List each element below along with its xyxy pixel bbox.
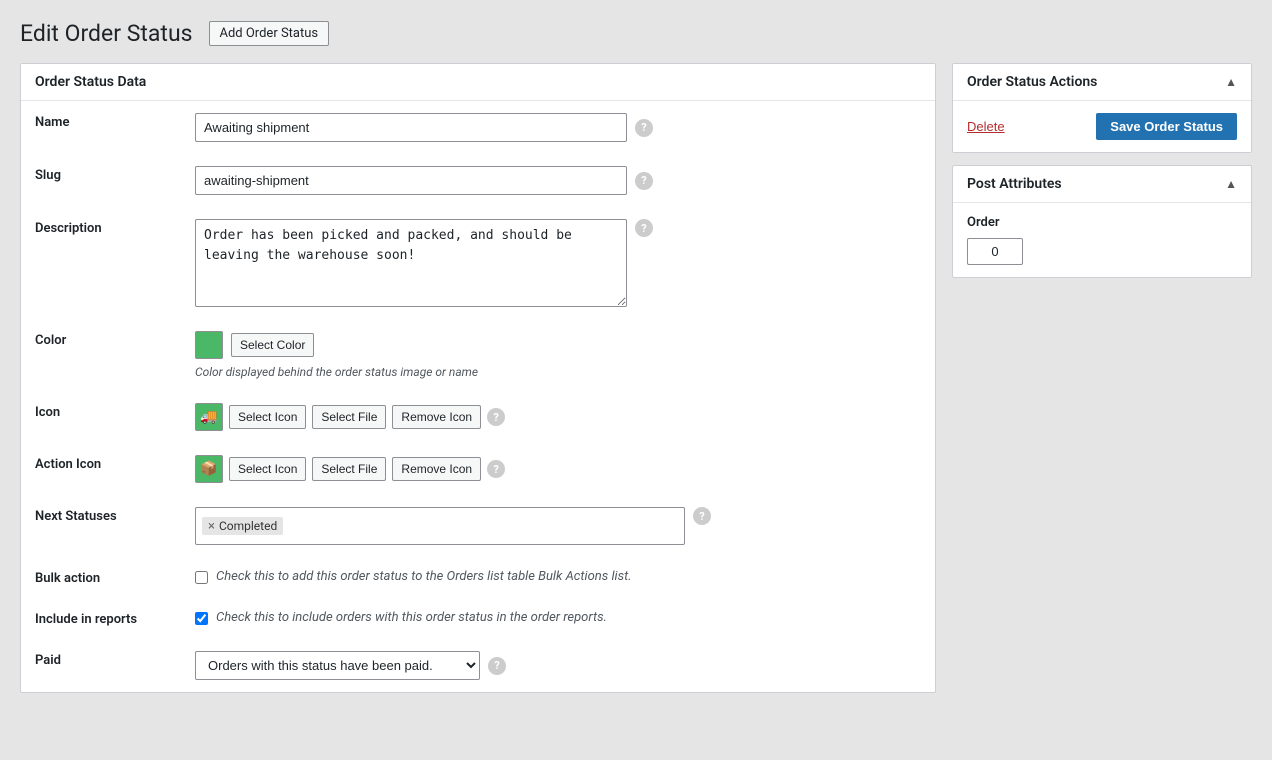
attributes-panel-title: Post Attributes: [967, 176, 1062, 192]
page-title: Edit Order Status: [20, 20, 193, 47]
attributes-panel: Post Attributes ▲ Order: [952, 165, 1252, 278]
save-order-status-button[interactable]: Save Order Status: [1096, 113, 1237, 140]
completed-tag[interactable]: × Completed: [202, 517, 283, 535]
box-icon: 📦: [200, 461, 217, 477]
actions-collapse-icon[interactable]: ▲: [1225, 75, 1237, 89]
actions-row: Delete Save Order Status: [967, 113, 1237, 140]
name-input[interactable]: [195, 113, 627, 142]
action-icon-remove-button[interactable]: Remove Icon: [392, 457, 481, 481]
name-row: Name ?: [21, 101, 935, 154]
delete-button[interactable]: Delete: [967, 119, 1005, 134]
icon-file-button[interactable]: Select File: [312, 405, 386, 429]
paid-section: Orders with this status have been paid. …: [195, 651, 921, 680]
description-help-icon: ?: [635, 219, 653, 237]
truck-icon: 🚚: [200, 409, 217, 425]
slug-input[interactable]: [195, 166, 627, 195]
next-statuses-help-icon: ?: [693, 507, 711, 525]
include-reports-label: Include in reports: [21, 598, 181, 639]
sidebar: Order Status Actions ▲ Delete Save Order…: [952, 63, 1252, 278]
order-input[interactable]: [967, 238, 1023, 265]
slug-label: Slug: [21, 154, 181, 207]
order-label: Order: [967, 215, 1237, 230]
action-icon-file-button[interactable]: Select File: [312, 457, 386, 481]
icon-row: Icon 🚚 Select Icon Select File Remove Ic…: [21, 391, 935, 443]
icon-label: Icon: [21, 391, 181, 443]
include-reports-checkbox-row: Check this to include orders with this o…: [195, 610, 921, 625]
main-panel: Order Status Data Name ? Slug ?: [20, 63, 936, 693]
bulk-action-text: Check this to add this order status to t…: [216, 569, 632, 584]
action-icon-row: Action Icon 📦 Select Icon Select File Re…: [21, 443, 935, 495]
slug-help-icon: ?: [635, 172, 653, 190]
icon-remove-button[interactable]: Remove Icon: [392, 405, 481, 429]
icon-controls: 🚚 Select Icon Select File Remove Icon ?: [195, 403, 921, 431]
tag-remove-icon[interactable]: ×: [208, 520, 215, 533]
next-statuses-label: Next Statuses: [21, 495, 181, 557]
include-reports-row: Include in reports Check this to include…: [21, 598, 935, 639]
color-swatch[interactable]: [195, 331, 223, 359]
actions-panel-title: Order Status Actions: [967, 74, 1097, 90]
action-icon-help-icon: ?: [487, 460, 505, 478]
next-statuses-input[interactable]: × Completed: [195, 507, 685, 545]
bulk-action-checkbox[interactable]: [195, 571, 208, 584]
attributes-panel-body: Order: [953, 203, 1251, 277]
select-color-button[interactable]: Select Color: [231, 333, 314, 357]
actions-panel-body: Delete Save Order Status: [953, 101, 1251, 152]
attributes-collapse-icon[interactable]: ▲: [1225, 177, 1237, 191]
icon-help-icon: ?: [487, 408, 505, 426]
description-label: Description: [21, 207, 181, 319]
include-reports-text: Check this to include orders with this o…: [216, 610, 607, 625]
bulk-action-checkbox-row: Check this to add this order status to t…: [195, 569, 921, 584]
attributes-panel-header: Post Attributes ▲: [953, 166, 1251, 203]
color-row: Color Select Color Color displayed behin…: [21, 319, 935, 391]
bulk-action-label: Bulk action: [21, 557, 181, 598]
description-row: Description ?: [21, 207, 935, 319]
actions-panel-header: Order Status Actions ▲: [953, 64, 1251, 101]
name-label: Name: [21, 101, 181, 154]
icon-select-button[interactable]: Select Icon: [229, 405, 306, 429]
action-icon-label: Action Icon: [21, 443, 181, 495]
tag-label: Completed: [219, 519, 277, 533]
icon-preview: 🚚: [195, 403, 223, 431]
color-section: Select Color Color displayed behind the …: [195, 331, 921, 379]
paid-label: Paid: [21, 639, 181, 692]
bulk-action-row: Bulk action Check this to add this order…: [21, 557, 935, 598]
name-help-icon: ?: [635, 119, 653, 137]
actions-panel: Order Status Actions ▲ Delete Save Order…: [952, 63, 1252, 153]
color-hint: Color displayed behind the order status …: [195, 365, 921, 379]
add-order-status-button[interactable]: Add Order Status: [209, 21, 330, 46]
action-icon-preview: 📦: [195, 455, 223, 483]
color-label: Color: [21, 319, 181, 391]
action-icon-controls: 📦 Select Icon Select File Remove Icon ?: [195, 455, 921, 483]
main-panel-header: Order Status Data: [21, 64, 935, 101]
include-reports-checkbox[interactable]: [195, 612, 208, 625]
action-icon-select-button[interactable]: Select Icon: [229, 457, 306, 481]
paid-row: Paid Orders with this status have been p…: [21, 639, 935, 692]
slug-row: Slug ?: [21, 154, 935, 207]
paid-help-icon: ?: [488, 657, 506, 675]
next-statuses-row: Next Statuses × Completed ?: [21, 495, 935, 557]
description-input[interactable]: [195, 219, 627, 307]
next-statuses-wrap: × Completed ?: [195, 507, 921, 545]
paid-select[interactable]: Orders with this status have been paid. …: [195, 651, 480, 680]
form-table: Name ? Slug ?: [21, 101, 935, 692]
